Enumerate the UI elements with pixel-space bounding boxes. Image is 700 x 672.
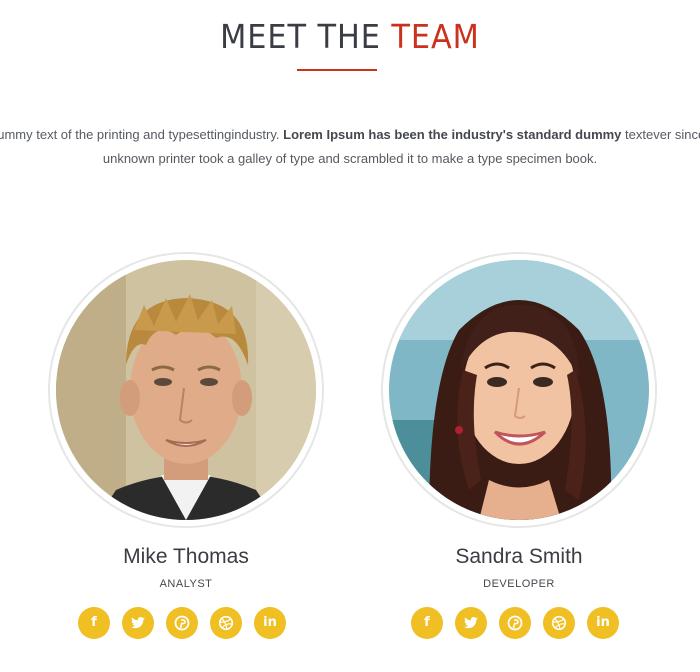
- dribbble-icon[interactable]: [210, 607, 242, 639]
- member-role: ANALYST: [159, 578, 213, 590]
- section-title-accent: TEAM: [391, 17, 480, 56]
- social-links: f in: [78, 607, 298, 641]
- title-underline: [297, 69, 377, 71]
- linkedin-icon[interactable]: in: [587, 607, 619, 639]
- pinterest-icon[interactable]: [166, 607, 198, 639]
- facebook-icon[interactable]: f: [411, 607, 443, 639]
- intro-line-1-bold: Lorem Ipsum has been the industry's stan…: [283, 127, 622, 142]
- twitter-icon[interactable]: [122, 607, 154, 639]
- member-photo-frame: [381, 252, 657, 528]
- member-name: Sandra Smith: [455, 545, 583, 568]
- member-photo: [56, 260, 316, 520]
- facebook-icon[interactable]: f: [78, 607, 110, 639]
- social-links: f in: [411, 607, 631, 641]
- intro-line-1-text: dummy text of the printing and typesetti…: [0, 127, 284, 142]
- member-role: DEVELOPER: [483, 578, 555, 590]
- section-title: MEET THE TEAM: [28, 17, 672, 57]
- dribbble-icon[interactable]: [543, 607, 575, 639]
- team-member-card: Mike Thomas ANALYST f in: [48, 252, 324, 672]
- member-name: Mike Thomas: [123, 545, 249, 568]
- twitter-icon[interactable]: [455, 607, 487, 639]
- section-title-main: MEET THE: [220, 17, 392, 56]
- linkedin-icon[interactable]: in: [254, 607, 286, 639]
- member-photo: [389, 260, 649, 520]
- member-photo-frame: [48, 252, 324, 528]
- team-member-card: Sandra Smith DEVELOPER f in: [381, 252, 657, 672]
- intro-line-2: unknown printer took a galley of type an…: [102, 151, 598, 166]
- intro-line-1: dummy text of the printing and typesetti…: [0, 123, 700, 147]
- pinterest-icon[interactable]: [499, 607, 531, 639]
- intro-line-1-tail: textever since: [621, 127, 700, 142]
